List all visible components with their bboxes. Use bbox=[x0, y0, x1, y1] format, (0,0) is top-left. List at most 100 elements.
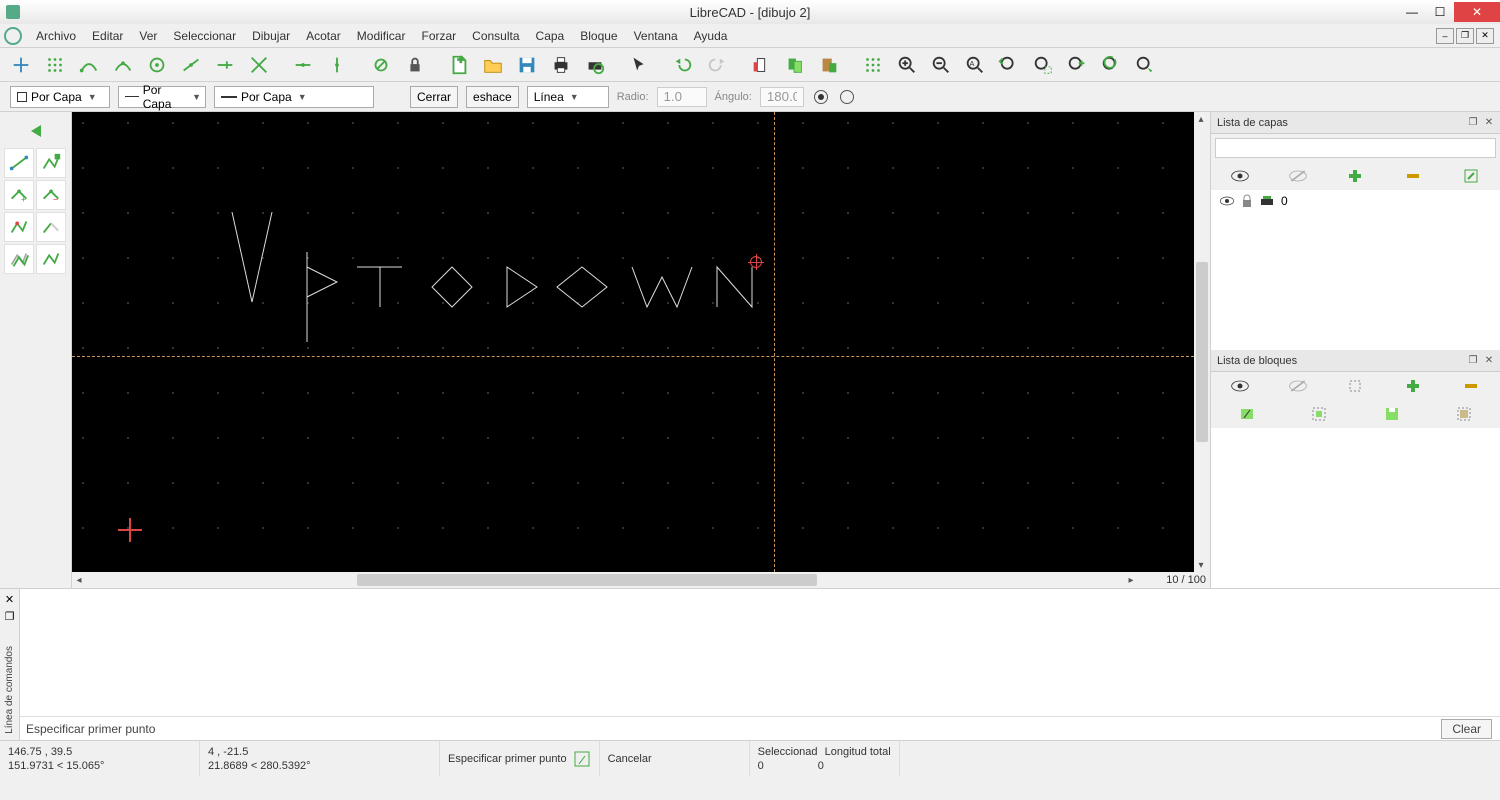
block-edit-icon[interactable] bbox=[1309, 405, 1329, 423]
line-tool-icon[interactable] bbox=[4, 148, 34, 178]
undo-segment-button[interactable]: eshace bbox=[466, 86, 519, 108]
redo-icon[interactable] bbox=[702, 50, 732, 80]
mdi-restore[interactable]: ❐ bbox=[1456, 28, 1474, 44]
undo-icon[interactable] bbox=[668, 50, 698, 80]
layer-edit-icon[interactable] bbox=[1461, 167, 1481, 185]
polyline-between-icon[interactable] bbox=[4, 212, 34, 242]
polyline-trim-icon[interactable] bbox=[36, 212, 66, 242]
snap-on-entity-icon[interactable] bbox=[108, 50, 138, 80]
menu-archivo[interactable]: Archivo bbox=[28, 26, 84, 46]
vertical-scrollbar[interactable]: ▴▾ bbox=[1194, 112, 1210, 572]
radius-input[interactable] bbox=[657, 87, 707, 107]
zoom-window-icon[interactable] bbox=[1028, 50, 1058, 80]
snap-distance-icon[interactable] bbox=[210, 50, 240, 80]
block-show-all-icon[interactable] bbox=[1230, 377, 1250, 395]
toolbox-collapse-button[interactable] bbox=[4, 116, 67, 146]
pointer-icon[interactable] bbox=[624, 50, 654, 80]
snap-endpoint-icon[interactable] bbox=[74, 50, 104, 80]
left-toolbox: + − bbox=[0, 112, 72, 588]
zoom-pan-icon[interactable] bbox=[1062, 50, 1092, 80]
mdi-close[interactable]: ✕ bbox=[1476, 28, 1494, 44]
segment-type-select[interactable]: Línea▼ bbox=[527, 86, 609, 108]
menu-bloque[interactable]: Bloque bbox=[572, 26, 625, 46]
copy-icon[interactable] bbox=[780, 50, 810, 80]
lock-relative-zero-icon[interactable] bbox=[400, 50, 430, 80]
polyline-tool-icon[interactable] bbox=[36, 148, 66, 178]
zoom-out-icon[interactable] bbox=[926, 50, 956, 80]
blocks-dock-icon[interactable]: ❐ bbox=[1466, 354, 1480, 368]
cut-icon[interactable] bbox=[746, 50, 776, 80]
angle-radio-2[interactable] bbox=[840, 90, 854, 104]
block-add-icon[interactable] bbox=[1403, 377, 1423, 395]
layer-add-icon[interactable] bbox=[1345, 167, 1365, 185]
zoom-in-icon[interactable] bbox=[892, 50, 922, 80]
lineweight-select[interactable]: Por Capa▼ bbox=[214, 86, 374, 108]
menu-forzar[interactable]: Forzar bbox=[413, 26, 464, 46]
print-icon[interactable] bbox=[546, 50, 576, 80]
new-file-icon[interactable] bbox=[444, 50, 474, 80]
menu-ventana[interactable]: Ventana bbox=[626, 26, 686, 46]
layers-dock-icon[interactable]: ❐ bbox=[1466, 116, 1480, 130]
menu-ver[interactable]: Ver bbox=[131, 26, 165, 46]
menu-dibujar[interactable]: Dibujar bbox=[244, 26, 298, 46]
menu-capa[interactable]: Capa bbox=[528, 26, 573, 46]
grid-toggle-icon[interactable] bbox=[858, 50, 888, 80]
zoom-select-icon[interactable] bbox=[1130, 50, 1160, 80]
minimize-button[interactable]: — bbox=[1398, 2, 1426, 22]
zoom-auto-icon[interactable]: A bbox=[960, 50, 990, 80]
layers-filter-input[interactable] bbox=[1215, 138, 1496, 158]
polyline-segment-icon[interactable] bbox=[36, 244, 66, 274]
polyline-add-node-icon[interactable]: + bbox=[4, 180, 34, 210]
command-prompt: Especificar primer punto bbox=[26, 722, 155, 736]
layer-show-all-icon[interactable] bbox=[1230, 167, 1250, 185]
block-rename-icon[interactable] bbox=[1237, 405, 1257, 423]
close-button[interactable]: ✕ bbox=[1454, 2, 1500, 22]
mdi-minimize[interactable]: – bbox=[1436, 28, 1454, 44]
cmd-close-icon[interactable]: ✕ bbox=[5, 593, 14, 606]
drawing-canvas[interactable] bbox=[72, 112, 1210, 572]
menu-modificar[interactable]: Modificar bbox=[349, 26, 414, 46]
menu-editar[interactable]: Editar bbox=[84, 26, 131, 46]
open-file-icon[interactable] bbox=[478, 50, 508, 80]
block-remove-icon[interactable] bbox=[1461, 377, 1481, 395]
polyline-equidist-icon[interactable] bbox=[4, 244, 34, 274]
layer-remove-icon[interactable] bbox=[1403, 167, 1423, 185]
polyline-del-node-icon[interactable]: − bbox=[36, 180, 66, 210]
menu-seleccionar[interactable]: Seleccionar bbox=[165, 26, 244, 46]
layer-hide-all-icon[interactable] bbox=[1288, 167, 1308, 185]
menu-acotar[interactable]: Acotar bbox=[298, 26, 349, 46]
print-preview-icon[interactable] bbox=[580, 50, 610, 80]
linetype-select[interactable]: Por Capa▼ bbox=[118, 86, 206, 108]
cmd-dock-icon[interactable]: ❐ bbox=[5, 610, 15, 623]
layer-color-select[interactable]: Por Capa▼ bbox=[10, 86, 110, 108]
angle-radio-1[interactable] bbox=[814, 90, 828, 104]
paste-icon[interactable] bbox=[814, 50, 844, 80]
zoom-redraw-icon[interactable] bbox=[1096, 50, 1126, 80]
angle-input[interactable] bbox=[760, 87, 804, 107]
menu-consulta[interactable]: Consulta bbox=[464, 26, 527, 46]
horizontal-scrollbar[interactable]: ◂▸ 10 / 100 bbox=[72, 572, 1210, 588]
block-insert-icon[interactable] bbox=[1454, 405, 1474, 423]
save-file-icon[interactable] bbox=[512, 50, 542, 80]
svg-text:+: + bbox=[21, 194, 26, 204]
snap-free-icon[interactable] bbox=[6, 50, 36, 80]
snap-center-icon[interactable] bbox=[142, 50, 172, 80]
zoom-previous-icon[interactable] bbox=[994, 50, 1024, 80]
block-attributes-icon[interactable] bbox=[1345, 377, 1365, 395]
layer-row-0[interactable]: 0 bbox=[1211, 190, 1500, 212]
snap-intersection-icon[interactable] bbox=[244, 50, 274, 80]
snap-middle-icon[interactable] bbox=[176, 50, 206, 80]
restrict-horizontal-icon[interactable] bbox=[288, 50, 318, 80]
layers-close-icon[interactable]: ✕ bbox=[1482, 116, 1496, 130]
clear-button[interactable]: Clear bbox=[1441, 719, 1492, 739]
menu-ayuda[interactable]: Ayuda bbox=[686, 26, 736, 46]
block-hide-all-icon[interactable] bbox=[1288, 377, 1308, 395]
maximize-button[interactable]: ☐ bbox=[1426, 2, 1454, 22]
snap-grid-icon[interactable] bbox=[40, 50, 70, 80]
restrict-vertical-icon[interactable] bbox=[322, 50, 352, 80]
command-area: ✕ ❐ Línea de comandos Especificar primer… bbox=[0, 588, 1500, 740]
close-polyline-button[interactable]: Cerrar bbox=[410, 86, 458, 108]
relative-zero-icon[interactable] bbox=[366, 50, 396, 80]
blocks-close-icon[interactable]: ✕ bbox=[1482, 354, 1496, 368]
block-save-icon[interactable] bbox=[1382, 405, 1402, 423]
